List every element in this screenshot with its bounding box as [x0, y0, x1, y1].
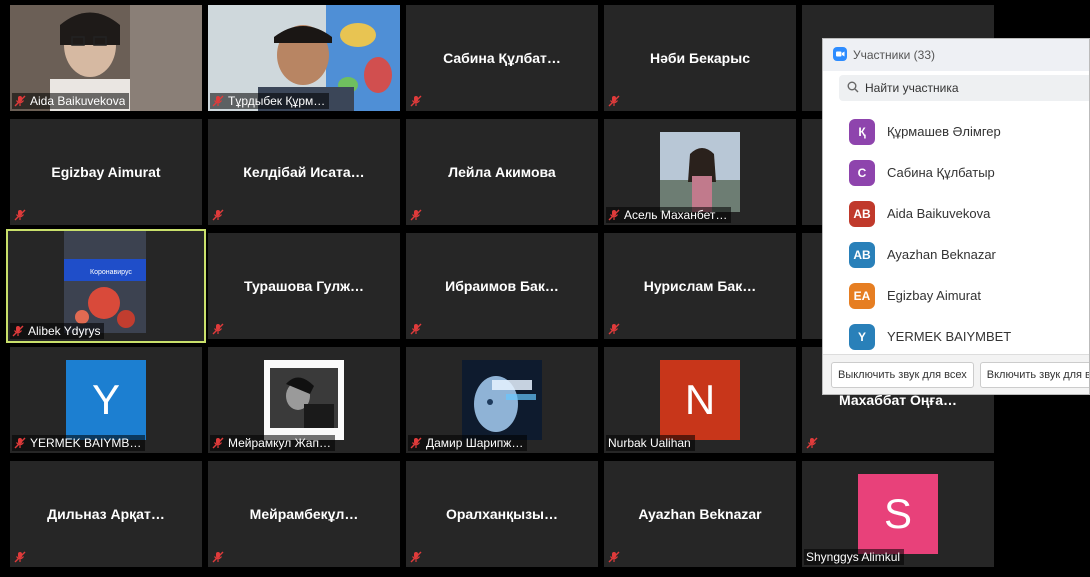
video-feed: Коронавирус — [8, 231, 200, 337]
mic-muted-icon — [12, 325, 24, 337]
participant-tile[interactable]: Мейрамкул Жап… — [208, 347, 400, 453]
mic-muted-icon — [410, 95, 422, 107]
participant-list-name: YERMEK BAIYMBET — [887, 329, 1012, 344]
mic-muted-icon — [410, 323, 422, 335]
participant-tile[interactable]: Aida Baikuvekova — [10, 5, 202, 111]
name-label: Nurbak Ualihan — [606, 435, 695, 451]
participants-title: Участники (33) — [853, 48, 936, 62]
participant-tile[interactable]: Асель Маханбет… — [604, 119, 796, 225]
participant-list-item[interactable]: AB Ayazhan Beknazar — [823, 234, 1089, 275]
mic-muted-icon — [14, 437, 26, 449]
mic-muted-icon — [14, 209, 26, 221]
participant-name: Келдібай Исата… — [243, 164, 365, 180]
unmute-all-button[interactable]: Включить звук для всех — [979, 361, 1089, 388]
mic-muted-icon — [212, 437, 224, 449]
participant-tile[interactable]: Y YERMEK BAIYMB… — [10, 347, 202, 453]
name-label: Shynggys Alimkul — [804, 549, 905, 565]
mic-muted-icon — [608, 323, 620, 335]
participant-list-name: Egizbay Aimurat — [887, 288, 981, 303]
name-label: Дамир Шарипж… — [408, 435, 528, 451]
mic-muted-icon — [212, 209, 224, 221]
participant-tile[interactable]: Egizbay Aimurat — [10, 119, 202, 225]
search-placeholder: Найти участника — [865, 81, 959, 95]
mic-muted-icon — [608, 209, 620, 221]
participant-tile[interactable]: Келдібай Исата… — [208, 119, 400, 225]
mic-muted-icon — [212, 95, 224, 107]
mic-muted-icon — [410, 437, 422, 449]
participant-list-item[interactable]: С Сабина Құлбатыр — [823, 152, 1089, 193]
svg-text:Коронавирус: Коронавирус — [90, 269, 132, 276]
participant-tile[interactable]: Мейрамбекұл… — [208, 461, 400, 567]
participant-list-name: Құрмашев Әлімгер — [887, 124, 1001, 139]
avatar: С — [849, 159, 875, 186]
avatar: AB — [849, 200, 875, 227]
avatar: Y — [849, 323, 875, 350]
participant-name: Ибраимов Бак… — [445, 278, 559, 294]
participant-list-item[interactable]: AB Aida Baikuvekova — [823, 193, 1089, 234]
mic-muted-icon — [212, 323, 224, 335]
name-label: Alibek Ydyrys — [10, 323, 105, 339]
mic-muted-icon — [806, 437, 818, 449]
mic-muted-icon — [410, 551, 422, 563]
mic-muted-icon — [212, 551, 224, 563]
participant-list[interactable]: Қ Құрмашев Әлімгер С Сабина Құлбатыр AB Aida … — [823, 111, 1089, 373]
avatar: AB — [849, 241, 875, 268]
participant-name: Нәби Бекарыс — [650, 50, 750, 66]
mic-muted-icon — [608, 95, 620, 107]
participant-name: Дильназ Арқат… — [47, 506, 165, 522]
participant-tile[interactable]: Дильназ Арқат… — [10, 461, 202, 567]
name-label: Aida Baikuvekova — [12, 93, 130, 109]
name-label: YERMEK BAIYMB… — [12, 435, 146, 451]
participant-tile[interactable]: Сабина Құлбат… — [406, 5, 598, 111]
participant-tile[interactable]: Лейла Акимова — [406, 119, 598, 225]
participant-tile[interactable]: S Shynggys Alimkul — [802, 461, 994, 567]
avatar: S — [858, 474, 938, 554]
participants-panel[interactable]: Участники (33) Найти участника Қ Құрмашев… — [822, 38, 1090, 395]
participant-list-item[interactable]: EA Egizbay Aimurat — [823, 275, 1089, 316]
name-label: Тұрдыбек Құрм… — [210, 93, 330, 109]
zoom-logo-icon — [833, 46, 847, 64]
participant-tile[interactable]: Оралханқызы… — [406, 461, 598, 567]
participant-list-item[interactable]: Y YERMEK BAIYMBET — [823, 316, 1089, 357]
participant-name: Оралханқызы… — [445, 506, 559, 522]
participant-list-item[interactable]: Қ Құрмашев Әлімгер — [823, 111, 1089, 152]
mic-muted-icon — [410, 209, 422, 221]
avatar: Қ — [849, 118, 875, 145]
participant-tile[interactable]: Ayazhan Beknazar — [604, 461, 796, 567]
participant-name: Сабина Құлбат… — [443, 50, 561, 66]
participant-name: Турашова Гулж… — [243, 278, 365, 294]
name-label: Асель Маханбет… — [606, 207, 732, 223]
participant-name: Мейрамбекұл… — [249, 506, 359, 522]
search-icon — [847, 81, 859, 96]
mic-muted-icon — [608, 551, 620, 563]
participant-name: Egizbay Aimurat — [51, 164, 161, 180]
participant-tile[interactable]: Тұрдыбек Құрм… — [208, 5, 400, 111]
participant-list-name: Aida Baikuvekova — [887, 206, 991, 221]
avatar: N — [660, 360, 740, 440]
participant-tile[interactable]: Коронавирус Alibek Ydyrys — [6, 229, 206, 343]
participant-tile[interactable]: Нәби Бекарыс — [604, 5, 796, 111]
participant-tile[interactable]: Ибраимов Бак… — [406, 233, 598, 339]
participant-list-name: Ayazhan Beknazar — [887, 247, 996, 262]
participant-name: Нурислам Бак… — [643, 278, 757, 294]
participant-tile[interactable]: N Nurbak Ualihan — [604, 347, 796, 453]
avatar: Y — [66, 360, 146, 440]
participant-list-name: Сабина Құлбатыр — [887, 165, 995, 180]
mic-muted-icon — [14, 95, 26, 107]
avatar: EA — [849, 282, 875, 309]
participant-name: Лейла Акимова — [448, 164, 556, 180]
participant-tile[interactable]: Дамир Шарипж… — [406, 347, 598, 453]
participants-titlebar[interactable]: Участники (33) — [823, 39, 1089, 71]
participant-search-input[interactable]: Найти участника — [839, 75, 1089, 101]
name-label: Мейрамкул Жап… — [210, 435, 335, 451]
mic-muted-icon — [14, 551, 26, 563]
participant-name: Ayazhan Beknazar — [638, 506, 762, 522]
mute-all-button[interactable]: Выключить звук для всех — [831, 361, 974, 388]
participant-tile[interactable]: Нурислам Бак… — [604, 233, 796, 339]
panel-footer: Выключить звук для всех Включить звук дл… — [823, 354, 1089, 394]
participant-tile[interactable]: Турашова Гулж… — [208, 233, 400, 339]
